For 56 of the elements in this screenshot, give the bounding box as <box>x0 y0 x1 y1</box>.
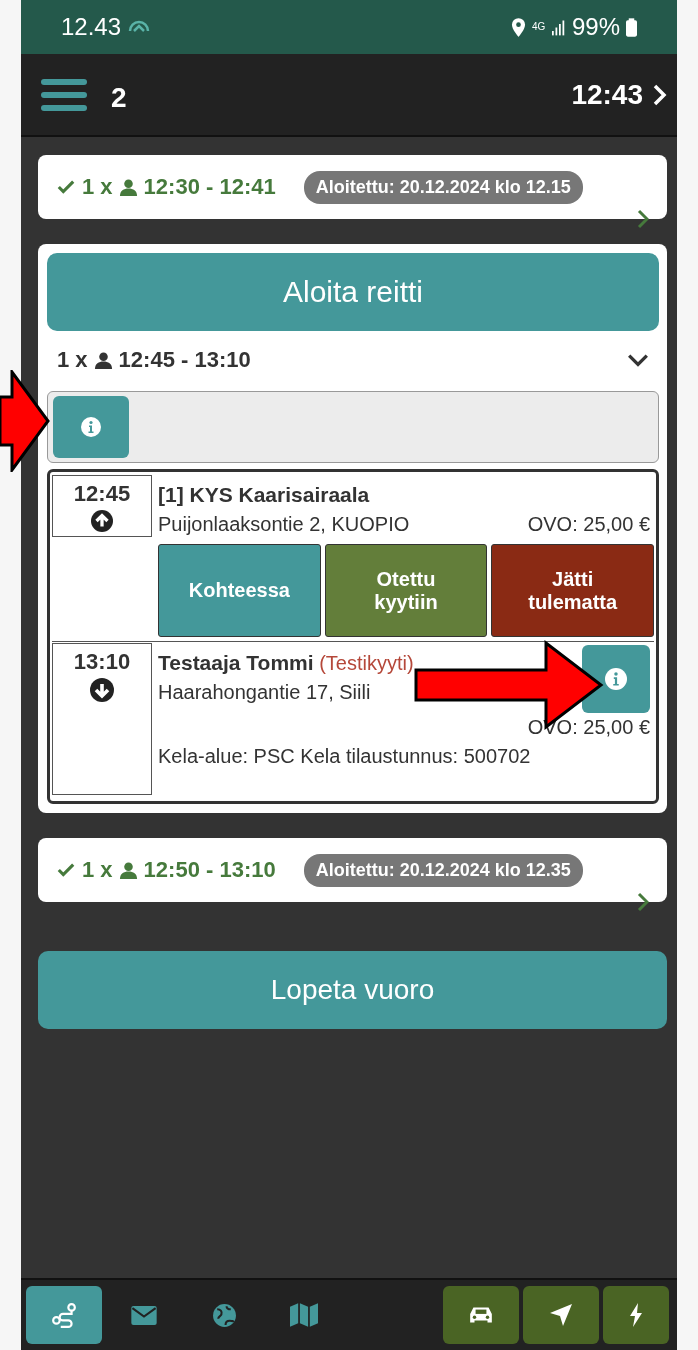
car-icon <box>468 1305 494 1325</box>
check-icon <box>56 861 76 879</box>
passenger-count: 1 x <box>82 857 113 883</box>
passenger-count: 1 x <box>82 174 113 200</box>
battery-icon <box>626 17 637 37</box>
chevron-right-icon <box>637 209 649 229</box>
lightning-icon <box>629 1303 643 1327</box>
flash-button[interactable] <box>603 1286 669 1344</box>
stop-time: 13:10 <box>73 649 131 675</box>
nav-tab[interactable] <box>26 1286 102 1344</box>
stop-name: [1] KYS Kaarisairaala <box>158 483 371 507</box>
person-icon <box>118 177 138 197</box>
start-route-button[interactable]: Aloita reitti <box>47 253 659 331</box>
check-icon <box>56 178 76 196</box>
started-badge: Aloitettu: 20.12.2024 klo 12.15 <box>303 170 583 204</box>
info-icon <box>81 417 101 437</box>
status-button[interactable]: Jätti tulematta <box>491 544 654 637</box>
navigate-button[interactable] <box>523 1286 599 1344</box>
header-time: 12:43 <box>571 78 643 111</box>
info-button[interactable] <box>582 645 650 713</box>
trip-card[interactable]: 1 x 12:30 - 12:41 Aloitettu: 20.12.2024 klo 12.15 <box>38 155 667 219</box>
stop-address: Puijonlaaksontie 2, KUOPIO <box>158 513 410 536</box>
stop-price: OVO: 25,00 € <box>527 513 650 536</box>
clock-time: 12.43 <box>61 13 122 41</box>
map-icon <box>290 1303 318 1327</box>
network-label: 4G <box>531 22 546 32</box>
stop-time: 12:45 <box>73 481 131 507</box>
status-button[interactable]: Otettu kyytiin <box>324 544 488 637</box>
trip-time: 12:45 - 13:10 <box>118 347 251 373</box>
chevron-right-icon[interactable] <box>653 83 667 106</box>
chevron-icon[interactable] <box>627 353 649 367</box>
navigation-arrow-icon <box>549 1303 573 1327</box>
battery-percent: 99% <box>571 13 620 41</box>
person-icon <box>93 350 113 370</box>
trip-time: 12:50 - 13:10 <box>143 857 276 883</box>
route-icon <box>51 1302 77 1328</box>
person-icon <box>118 860 138 880</box>
end-shift-button[interactable]: Lopeta vuoro <box>38 951 667 1029</box>
order-info: Kela-alue: PSC Kela tilaustunnus: 500702 <box>158 745 532 768</box>
signal-icon <box>551 18 566 36</box>
car-button[interactable] <box>443 1286 519 1344</box>
trip-time: 12:30 - 12:41 <box>143 174 276 200</box>
info-icon <box>605 668 627 690</box>
trip-card[interactable]: 1 x 12:50 - 13:10 Aloitettu: 20.12.2024 klo 12.35 <box>38 838 667 902</box>
stop-address: Haarahongantie 17, Siili <box>158 681 372 704</box>
status-button[interactable]: Kohteessa <box>158 544 321 637</box>
stop-name: Testaaja Tommi (Testikyyti) <box>158 651 415 675</box>
globe-icon <box>211 1302 237 1328</box>
started-badge: Aloitettu: 20.12.2024 klo 12.35 <box>303 853 583 887</box>
menu-icon[interactable] <box>41 78 87 111</box>
chevron-right-icon <box>637 892 649 912</box>
route-count: 2 <box>111 81 127 114</box>
passenger-count: 1 x <box>57 347 88 373</box>
location-pin-icon <box>510 17 526 37</box>
mail-icon <box>131 1305 157 1325</box>
annotation-arrow-icon <box>0 370 50 472</box>
